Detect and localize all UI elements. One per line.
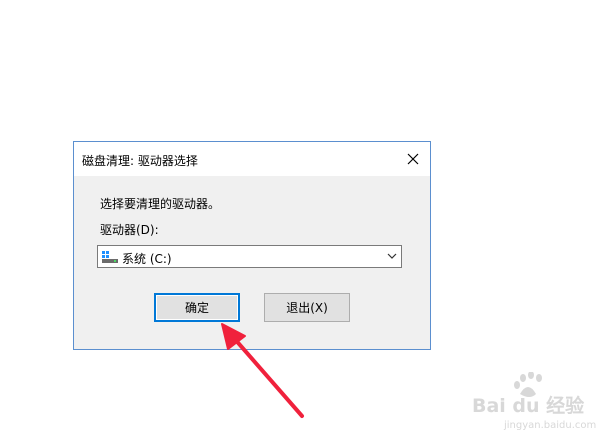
watermark-subtext: jingyan.baidu.com xyxy=(503,420,596,431)
baidu-watermark: Bai du 经验 jingyan.baidu.com xyxy=(472,372,596,431)
watermark-text: Bai du 经验 xyxy=(472,394,585,417)
